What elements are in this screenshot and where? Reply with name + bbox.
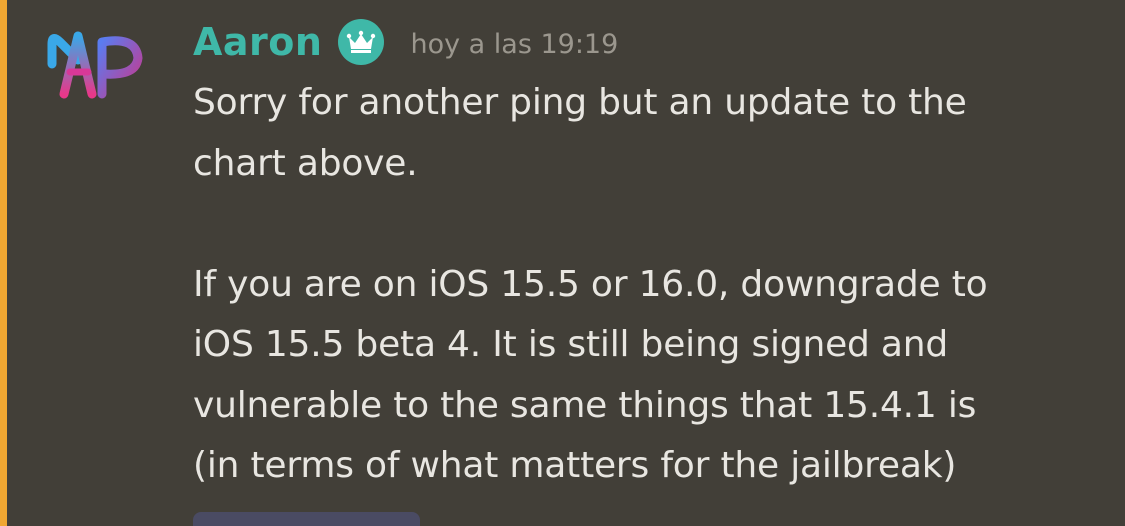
message-line: chart above. [193, 142, 418, 184]
message-header: Aaron hoy a las 19:19 [193, 14, 618, 70]
crown-icon [338, 19, 385, 65]
mention-highlight-bar [0, 0, 7, 526]
message-line: iOS 15.5 beta 4. It is still being signe… [193, 324, 949, 365]
message-line: vulnerable to the same things that 15.4.… [193, 384, 977, 426]
avatar[interactable] [44, 24, 154, 104]
chat-message: Aaron hoy a las 19:19 Sorry for another … [0, 0, 1125, 526]
message-line-blank [193, 194, 1098, 255]
message-content: Sorry for another ping but an update to … [193, 73, 1098, 497]
attachment-preview[interactable] [193, 512, 420, 526]
message-line: (in terms of what matters for the jailbr… [193, 445, 957, 486]
avatar-logo-icon [47, 31, 143, 99]
author-name[interactable]: Aaron [193, 20, 322, 64]
message-timestamp[interactable]: hoy a las 19:19 [410, 29, 618, 60]
message-line: Sorry for another ping but an update to … [193, 82, 967, 123]
message-line: If you are on iOS 15.5 or 16.0, downgrad… [193, 263, 988, 305]
